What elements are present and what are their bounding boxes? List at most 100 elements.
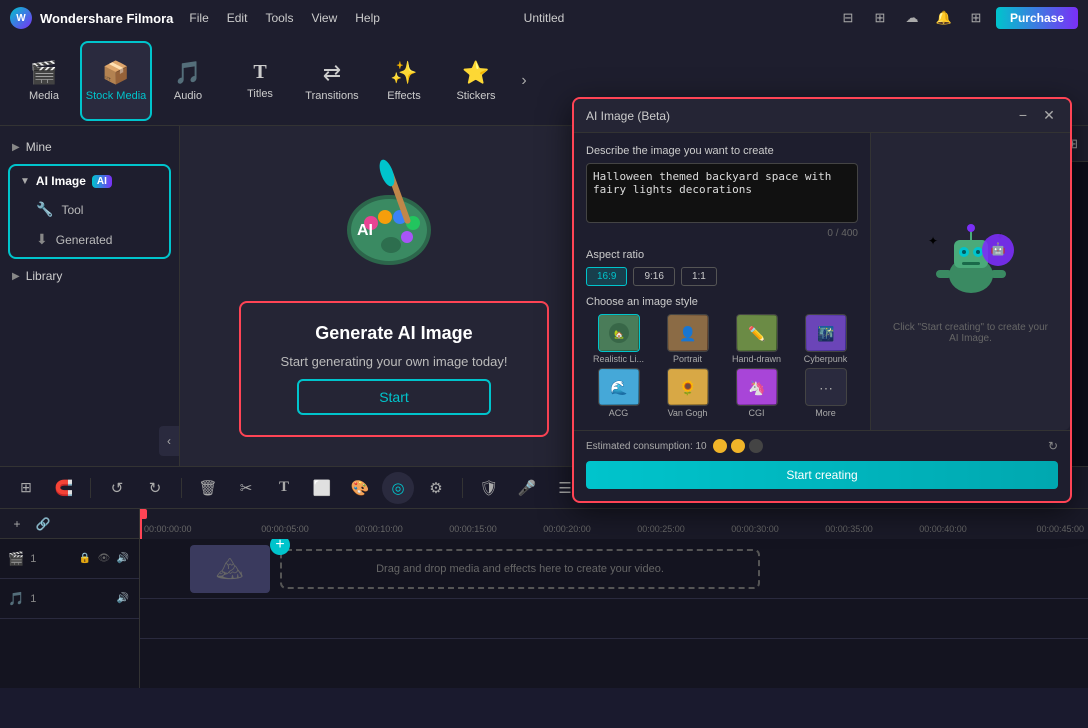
purchase-button[interactable]: Purchase [996, 7, 1078, 29]
aspect-ratio-label: Aspect ratio [586, 249, 858, 261]
redo-button[interactable]: ↻ [139, 472, 171, 504]
toolbar-media[interactable]: 🎬 Media [8, 41, 80, 121]
sidebar-library-header[interactable]: ▶ Library [0, 263, 179, 289]
svg-text:🌻: 🌻 [679, 379, 696, 396]
style-realistic[interactable]: 🏡 Realistic Li... [586, 314, 651, 364]
menu-file[interactable]: File [181, 9, 216, 27]
style-vangogh[interactable]: 🌻 Van Gogh [655, 368, 720, 418]
tool-icon: 🔧 [36, 201, 53, 218]
ruler-tick-3: 00:00:10:00 [332, 521, 426, 535]
ai-dialog-controls: − ✕ [1014, 107, 1058, 124]
minimize-icon[interactable]: ⊟ [836, 6, 860, 30]
ai-dialog-minimize-button[interactable]: − [1014, 107, 1032, 124]
menu-tools[interactable]: Tools [257, 9, 301, 27]
style-more[interactable]: ··· More [793, 368, 858, 418]
consumption-coins [713, 439, 763, 453]
media-icon: 🎬 [30, 60, 57, 86]
toolbar-titles[interactable]: T Titles [224, 41, 296, 121]
sidebar-mine-header[interactable]: ▶ Mine [0, 134, 179, 160]
settings-button[interactable]: ⚙ [420, 472, 452, 504]
ai-dialog-close-button[interactable]: ✕ [1040, 107, 1058, 124]
timeline-add-button[interactable]: + [6, 513, 28, 535]
style-cgi[interactable]: 🦄 CGI [724, 368, 789, 418]
sidebar-ai-image-header[interactable]: ▼ AI Image AI [10, 168, 169, 194]
sidebar-generated-item[interactable]: ⬇ Generated [16, 225, 163, 254]
dialog-hint: Click "Start creating" to create your AI… [891, 322, 1050, 344]
track-eye-button[interactable]: 👁 [96, 551, 112, 567]
aspect-1-1-button[interactable]: 1:1 [681, 267, 717, 286]
crop-button[interactable]: ⬜ [306, 472, 338, 504]
track-lock-button[interactable]: 🔒 [77, 551, 93, 567]
timeline-link-button[interactable]: 🔗 [32, 513, 54, 535]
cut-button[interactable]: ✂ [230, 472, 262, 504]
start-button[interactable]: Start [297, 379, 491, 415]
start-creating-button[interactable]: Start creating [586, 461, 1058, 489]
style-handdrawn[interactable]: ✏️ Hand-drawn [724, 314, 789, 364]
magnet-button[interactable]: 🧲 [48, 472, 80, 504]
menu-edit[interactable]: Edit [219, 9, 256, 27]
menu-view[interactable]: View [303, 9, 345, 27]
sidebar-mine-label: Mine [26, 140, 52, 154]
menu-bar: File Edit Tools View Help [181, 9, 388, 27]
aspect-16-9-button[interactable]: 16:9 [586, 267, 627, 286]
coin-1 [713, 439, 727, 453]
mic-button[interactable]: 🎤 [511, 472, 543, 504]
audio-track-volume-button[interactable]: 🔊 [115, 591, 131, 607]
style-more-thumb: ··· [805, 368, 847, 406]
track-volume-button[interactable]: 🔊 [115, 551, 131, 567]
style-portrait[interactable]: 👤 Portrait [655, 314, 720, 364]
consumption-row: Estimated consumption: 10 ↻ [574, 430, 1070, 461]
generate-subtitle: Start generating your own image today! [281, 354, 508, 369]
toolbar-transitions[interactable]: ⇄ Transitions [296, 41, 368, 121]
sidebar-tool-label: Tool [61, 203, 83, 217]
style-acg[interactable]: 🌊 ACG [586, 368, 651, 418]
toolbar-stickers[interactable]: ⭐ Stickers [440, 41, 512, 121]
toolbar-audio[interactable]: 🎵 Audio [152, 41, 224, 121]
timeline-playhead [140, 509, 142, 539]
audio-track-icon: 🎵 [8, 591, 24, 607]
text-button[interactable]: T [268, 472, 300, 504]
aspect-9-16-button[interactable]: 9:16 [633, 267, 674, 286]
add-track-button[interactable]: ⊞ [10, 472, 42, 504]
audio-track-number: 1 [30, 593, 36, 605]
mine-arrow-icon: ▶ [12, 142, 20, 153]
ruler-tick-7: 00:00:30:00 [708, 521, 802, 535]
ruler-tick-9: 00:00:40:00 [896, 521, 990, 535]
audio-track-1 [140, 599, 1088, 639]
toolbar-more-button[interactable]: › [512, 41, 536, 121]
delete-button[interactable]: 🗑 [192, 472, 224, 504]
cloud-icon[interactable]: ☁ [900, 6, 924, 30]
media-clip[interactable]: 🏔 + [190, 545, 270, 593]
style-handdrawn-label: Hand-drawn [732, 354, 781, 364]
apps-icon[interactable]: ⊞ [964, 6, 988, 30]
video-track-icon: 🎬 [8, 551, 24, 567]
style-grid: 🏡 Realistic Li... 👤 Portrait ✏️ [586, 314, 858, 418]
sidebar-section-mine: ▶ Mine [0, 134, 179, 160]
color-button[interactable]: 🎨 [344, 472, 376, 504]
toolbar-audio-label: Audio [174, 90, 202, 102]
ruler-ticks-container: 00:00:00:00 00:00:05:00 00:00:10:00 00:0… [140, 521, 1088, 535]
svg-text:👤: 👤 [679, 325, 696, 342]
effects-icon: ✨ [390, 60, 417, 86]
style-cgi-thumb: 🦄 [736, 368, 778, 406]
toolbar-effects[interactable]: ✨ Effects [368, 41, 440, 121]
prompt-input[interactable]: Halloween themed backyard space with fai… [586, 163, 858, 223]
style-cyberpunk[interactable]: 🌃 Cyberpunk [793, 314, 858, 364]
shield-button[interactable]: 🛡 [473, 472, 505, 504]
restore-icon[interactable]: ⊞ [868, 6, 892, 30]
sidebar-collapse-button[interactable]: ‹ [159, 426, 179, 456]
robot-illustration: ✦ ✦ 🤖 [926, 220, 1016, 310]
ai-dialog-right-panel: ✦ ✦ 🤖 Click "Start creating" to create y… [870, 133, 1070, 430]
sidebar-tool-item[interactable]: 🔧 Tool [16, 195, 163, 224]
menu-help[interactable]: Help [347, 9, 388, 27]
undo-button[interactable]: ↺ [101, 472, 133, 504]
refresh-icon[interactable]: ↻ [1048, 439, 1058, 453]
ai-dialog-body: Describe the image you want to create Ha… [574, 133, 1070, 430]
media-clip-icon: 🏔 [216, 556, 244, 582]
ruler-tick-8: 00:00:35:00 [802, 521, 896, 535]
notification-icon[interactable]: 🔔 [932, 6, 956, 30]
toolbar-stock-media[interactable]: 📦 Stock Media [80, 41, 152, 121]
title-bar: W Wondershare Filmora File Edit Tools Vi… [0, 0, 1088, 36]
audio-enhance-button[interactable]: ◎ [382, 472, 414, 504]
library-arrow-icon: ▶ [12, 271, 20, 282]
